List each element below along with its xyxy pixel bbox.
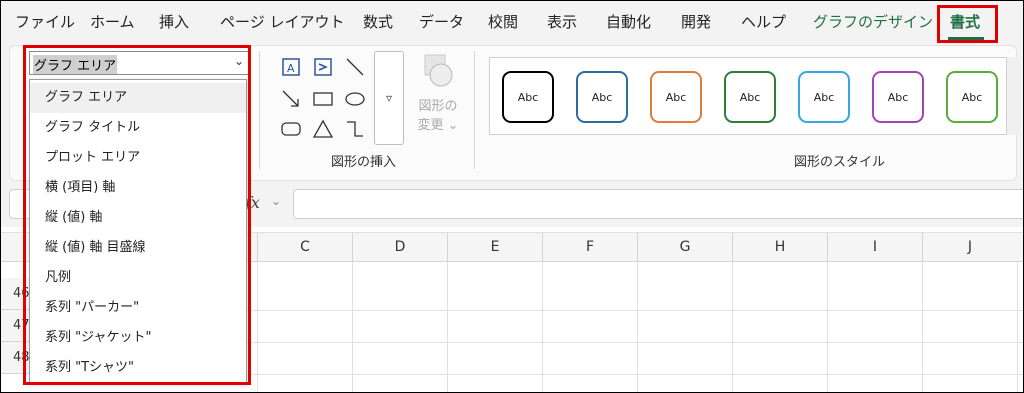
chevron-down-icon[interactable]: ⌄: [234, 54, 244, 68]
column-header[interactable]: H: [732, 233, 827, 262]
dropdown-item-chart-title[interactable]: グラフ タイトル: [30, 113, 246, 143]
column-header[interactable]: F: [542, 233, 637, 262]
vertical-text-box-icon[interactable]: [311, 55, 335, 79]
oval-shape-icon[interactable]: [343, 87, 367, 111]
column-header[interactable]: G: [637, 233, 732, 262]
triangle-shape-icon[interactable]: [311, 117, 335, 141]
row-header[interactable]: 48: [1, 342, 31, 374]
change-shape-label-2: 変更: [417, 118, 444, 133]
tab-format[interactable]: 書式: [950, 11, 980, 32]
tab-review[interactable]: 校閲: [488, 11, 518, 32]
column-header[interactable]: J: [922, 233, 1017, 262]
row-header[interactable]: 46: [1, 278, 31, 310]
tab-automate[interactable]: 自動化: [606, 11, 651, 32]
rounded-rectangle-shape-icon[interactable]: [279, 117, 303, 141]
tab-file[interactable]: ファイル: [15, 11, 75, 32]
change-shape-button[interactable]: 図形の 変更 ⌄: [413, 53, 463, 143]
tab-formulas[interactable]: 数式: [363, 11, 393, 32]
tab-chart-design[interactable]: グラフのデザイン: [813, 11, 933, 32]
arrow-shape-icon[interactable]: [279, 87, 303, 111]
shape-style-swatch[interactable]: Abc: [872, 71, 924, 123]
shape-style-swatch[interactable]: Abc: [502, 71, 554, 123]
column-header[interactable]: D: [352, 233, 447, 262]
dropdown-item-plot-area[interactable]: プロット エリア: [30, 143, 246, 173]
change-shape-label-1: 図形の: [418, 99, 458, 114]
dropdown-item-series-parka[interactable]: 系列 "パーカー": [30, 293, 246, 323]
dropdown-item-vertical-axis[interactable]: 縦 (値) 軸: [30, 203, 246, 233]
rectangle-shape-icon[interactable]: [311, 87, 335, 111]
shape-style-swatch[interactable]: Abc: [946, 71, 998, 123]
dropdown-item-vertical-axis-gridlines[interactable]: 縦 (値) 軸 目盛線: [30, 233, 246, 263]
chart-elements-combo[interactable]: グラフ エリア ⌄: [29, 51, 249, 75]
styles-gallery-scrollbar[interactable]: [1006, 57, 1020, 135]
column-header[interactable]: C: [257, 233, 352, 262]
tab-view[interactable]: 表示: [547, 11, 577, 32]
formula-input[interactable]: [293, 189, 1023, 219]
dropdown-item-horizontal-axis[interactable]: 横 (項目) 軸: [30, 173, 246, 203]
change-shape-icon: [424, 54, 453, 87]
ribbon-divider: [259, 51, 260, 169]
insert-function-icon[interactable]: fx: [245, 193, 260, 212]
chart-elements-value: グラフ エリア: [33, 55, 118, 74]
tab-page-layout[interactable]: ページ レイアウト: [220, 11, 344, 32]
row-header[interactable]: 47: [1, 310, 31, 342]
tab-home[interactable]: ホーム: [90, 11, 135, 32]
shape-style-swatch[interactable]: Abc: [576, 71, 628, 123]
dropdown-item-series-jacket[interactable]: 系列 "ジャケット": [30, 323, 246, 353]
text-box-icon[interactable]: A: [279, 55, 303, 79]
dropdown-item-series-tshirt[interactable]: 系列 "Tシャツ": [30, 353, 246, 383]
chevron-down-icon[interactable]: ⌄: [271, 194, 281, 208]
svg-text:A: A: [287, 62, 295, 75]
tab-developer[interactable]: 開発: [681, 11, 711, 32]
shape-style-swatch[interactable]: Abc: [650, 71, 702, 123]
shape-styles-group-label: 図形のスタイル: [794, 155, 886, 170]
line-shape-icon[interactable]: [343, 55, 367, 79]
elbow-connector-shape-icon[interactable]: [343, 117, 367, 141]
dropdown-item-legend[interactable]: 凡例: [30, 263, 246, 293]
tab-data[interactable]: データ: [419, 11, 464, 32]
tab-help[interactable]: ヘルプ: [741, 11, 786, 32]
insert-shapes-group-label: 図形の挿入: [331, 155, 397, 170]
gallery-expand-icon: ▿: [385, 91, 393, 105]
shapes-more-button[interactable]: ▿: [374, 51, 404, 145]
ribbon-tabs: ファイル ホーム 挿入 ページ レイアウト 数式 データ 校閲 表示 自動化 開…: [1, 1, 1023, 45]
chart-elements-dropdown: グラフ エリア グラフ タイトル プロット エリア 横 (項目) 軸 縦 (値)…: [29, 79, 247, 383]
shape-style-swatch[interactable]: Abc: [724, 71, 776, 123]
shape-style-swatch[interactable]: Abc: [798, 71, 850, 123]
column-header[interactable]: I: [827, 233, 922, 262]
excel-window: ファイル ホーム 挿入 ページ レイアウト 数式 データ 校閲 表示 自動化 開…: [0, 0, 1024, 393]
tab-insert[interactable]: 挿入: [159, 11, 189, 32]
ribbon-divider: [474, 51, 475, 169]
active-tab-indicator: [948, 37, 984, 40]
dropdown-item-chart-area[interactable]: グラフ エリア: [30, 83, 246, 113]
column-header[interactable]: E: [447, 233, 542, 262]
shape-styles-gallery: Abc Abc Abc Abc Abc Abc Abc: [489, 57, 1009, 135]
